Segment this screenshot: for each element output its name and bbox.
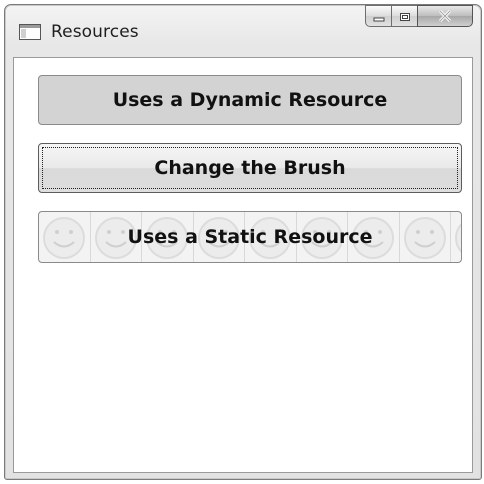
dynamic-resource-label: Uses a Dynamic Resource <box>112 89 388 111</box>
close-button[interactable] <box>417 5 473 27</box>
change-brush-label: Change the Brush <box>154 157 346 179</box>
smiley-tile <box>451 212 461 262</box>
dynamic-resource-button[interactable]: Uses a Dynamic Resource <box>38 75 462 125</box>
window-title: Resources <box>51 22 139 42</box>
window-controls <box>365 5 473 31</box>
maximize-button[interactable] <box>391 5 418 27</box>
static-resource-button[interactable]: Uses a Static Resource <box>38 211 462 263</box>
smiley-tile <box>400 212 451 262</box>
static-resource-label: Uses a Static Resource <box>127 226 373 248</box>
close-icon <box>437 7 453 26</box>
window-app-icon[interactable] <box>19 24 41 40</box>
minimize-button[interactable] <box>365 5 392 27</box>
change-brush-button[interactable]: Change the Brush <box>38 143 462 193</box>
minimize-icon <box>373 7 385 26</box>
title-bar[interactable]: Resources <box>5 5 481 57</box>
app-window: Resources Uses a Dynamic Resource Change… <box>4 4 482 480</box>
smiley-tile <box>39 212 91 262</box>
maximize-icon <box>399 7 411 26</box>
window-client-area: Uses a Dynamic Resource Change the Brush… <box>13 57 473 473</box>
